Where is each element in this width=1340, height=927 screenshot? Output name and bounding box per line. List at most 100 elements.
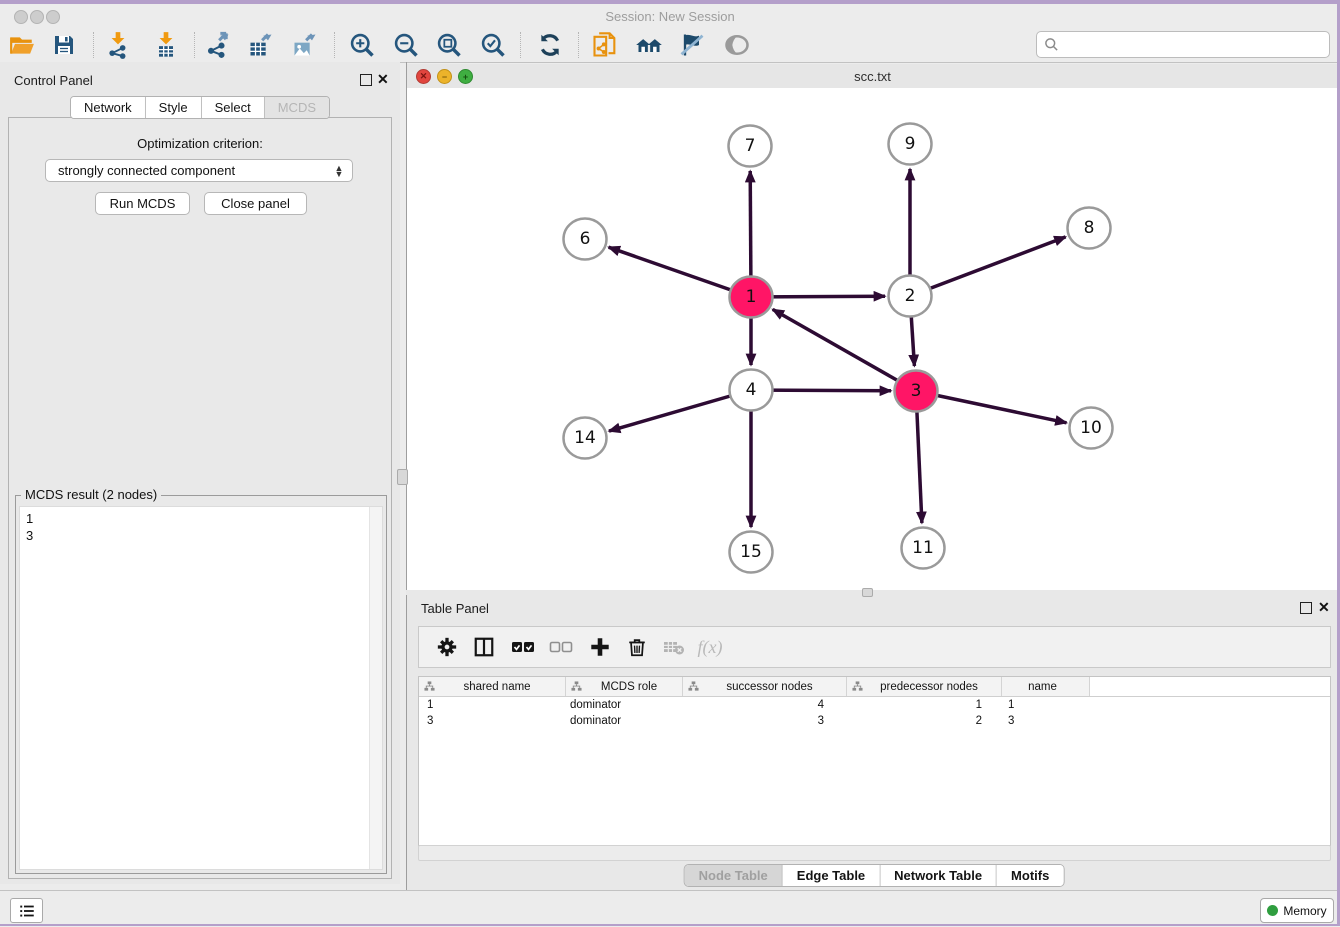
column-header-predecessor-nodes[interactable]: predecessor nodes — [847, 677, 1002, 696]
zoom-selected-icon[interactable] — [478, 30, 508, 60]
table-toolbar: f(x) — [418, 626, 1331, 668]
close-table-panel-icon[interactable]: ✕ — [1318, 601, 1330, 613]
toolbar-separator — [194, 32, 195, 58]
app-title-bar: Session: New Session — [0, 4, 1340, 28]
task-history-button[interactable] — [10, 898, 43, 923]
dropdown-stepper-icon: ▲▼ — [330, 165, 352, 177]
toolbar-separator — [93, 32, 94, 58]
save-session-icon[interactable] — [49, 30, 79, 60]
import-table-icon[interactable] — [151, 30, 181, 60]
annotation-document-icon[interactable] — [590, 30, 620, 60]
float-panel-icon[interactable] — [360, 74, 372, 86]
optimization-criterion-label: Optimization criterion: — [9, 136, 391, 151]
table-header-row: shared name MCDS role successor nodes pr… — [419, 677, 1330, 697]
network-canvas[interactable]: 7 9 6 8 1 2 4 3 14 10 15 11 — [407, 88, 1338, 590]
mcds-result-line: 3 — [20, 527, 382, 544]
column-header-name[interactable]: name — [1002, 677, 1090, 696]
shared-column-icon — [852, 681, 863, 692]
column-browser-icon[interactable] — [469, 632, 499, 662]
graph-node-3[interactable]: 3 — [895, 371, 938, 412]
shared-column-icon — [424, 681, 435, 692]
memory-button[interactable]: Memory — [1260, 898, 1334, 923]
graph-node-11[interactable]: 11 — [902, 528, 945, 569]
tab-select[interactable]: Select — [202, 97, 265, 118]
table-row[interactable]: 3 dominator 3 2 3 — [419, 713, 1330, 729]
open-session-icon[interactable] — [7, 30, 37, 60]
tab-style[interactable]: Style — [146, 97, 202, 118]
tab-mcds[interactable]: MCDS — [265, 97, 329, 118]
tab-edge-table[interactable]: Edge Table — [783, 865, 880, 886]
graph-node-9[interactable]: 9 — [889, 124, 932, 165]
table-horizontal-scrollbar[interactable] — [418, 845, 1331, 861]
column-header-successor-nodes[interactable]: successor nodes — [683, 677, 847, 696]
control-panel-title: Control Panel — [14, 73, 93, 88]
search-input[interactable] — [1059, 34, 1329, 56]
svg-text:2: 2 — [905, 286, 916, 306]
graph-node-10[interactable]: 10 — [1070, 408, 1113, 449]
table-row[interactable]: 1 dominator 4 1 1 — [419, 697, 1330, 713]
result-scrollbar[interactable] — [369, 507, 382, 869]
svg-text:14: 14 — [574, 428, 596, 448]
memory-label: Memory — [1283, 904, 1326, 918]
table-settings-gear-icon[interactable] — [432, 632, 462, 662]
graph-node-14[interactable]: 14 — [564, 418, 607, 459]
svg-text:9: 9 — [905, 134, 916, 154]
svg-text:15: 15 — [740, 542, 762, 562]
control-panel: Control Panel ✕ Network Style Select MCD… — [0, 62, 400, 884]
search-box[interactable] — [1036, 31, 1330, 58]
zoom-in-icon[interactable] — [347, 30, 377, 60]
tab-network[interactable]: Network — [71, 97, 146, 118]
function-builder-icon[interactable]: f(x) — [695, 632, 725, 662]
close-panel-icon[interactable]: ✕ — [377, 73, 389, 85]
graph-edge-3-10[interactable] — [916, 391, 1067, 423]
svg-text:8: 8 — [1084, 218, 1095, 238]
graph-node-1[interactable]: 1 — [730, 277, 773, 318]
graph-edge-2-8[interactable] — [910, 237, 1066, 296]
add-column-icon[interactable] — [585, 632, 615, 662]
network-window-titlebar[interactable]: ✕ − + scc.txt — [407, 64, 1338, 89]
zoom-fit-icon[interactable] — [434, 30, 464, 60]
graphics-detail-flag-icon[interactable] — [677, 30, 707, 60]
graph-node-4[interactable]: 4 — [730, 370, 773, 411]
export-table-icon[interactable] — [246, 30, 276, 60]
main-toolbar — [0, 28, 1340, 63]
export-image-icon[interactable] — [290, 30, 320, 60]
graph-node-2[interactable]: 2 — [889, 276, 932, 317]
table-panel-tabs: Node Table Edge Table Network Table Moti… — [684, 864, 1065, 887]
desktop-frame-top — [0, 0, 1340, 4]
select-all-rows-icon[interactable] — [508, 632, 538, 662]
graph-node-7[interactable]: 7 — [729, 126, 772, 167]
node-table: shared name MCDS role successor nodes pr… — [418, 676, 1331, 846]
column-header-mcds-role[interactable]: MCDS role — [566, 677, 683, 696]
mcds-result-line: 1 — [20, 507, 382, 527]
birds-eye-icon[interactable] — [722, 30, 752, 60]
svg-text:11: 11 — [912, 538, 934, 558]
run-mcds-button[interactable]: Run MCDS — [95, 192, 190, 215]
import-network-icon[interactable] — [103, 30, 133, 60]
graph-edge-3-1[interactable] — [773, 309, 916, 391]
delete-columns-icon[interactable] — [622, 632, 652, 662]
graph-node-6[interactable]: 6 — [564, 219, 607, 260]
refresh-layout-icon[interactable] — [535, 30, 565, 60]
network-view-window: ✕ − + scc.txt 7 9 6 8 1 2 4 3 14 10 15 11 — [406, 62, 1338, 590]
export-network-icon[interactable] — [203, 30, 233, 60]
network-graph: 7 9 6 8 1 2 4 3 14 10 15 11 — [407, 88, 1338, 590]
tab-network-table[interactable]: Network Table — [880, 865, 997, 886]
zoom-out-icon[interactable] — [391, 30, 421, 60]
tab-node-table[interactable]: Node Table — [685, 865, 783, 886]
column-header-shared-name[interactable]: shared name — [419, 677, 566, 696]
vertical-splitter-handle[interactable] — [397, 469, 408, 485]
close-panel-button[interactable]: Close panel — [204, 192, 307, 215]
mcds-result-textarea[interactable]: 1 3 — [19, 506, 383, 870]
horizontal-splitter-handle[interactable] — [862, 588, 873, 597]
tab-motifs[interactable]: Motifs — [997, 865, 1063, 886]
graph-node-15[interactable]: 15 — [730, 532, 773, 573]
criterion-dropdown[interactable]: strongly connected component ▲▼ — [45, 159, 353, 182]
home-network-icon[interactable] — [634, 30, 664, 60]
delete-table-icon[interactable] — [659, 632, 689, 662]
float-table-panel-icon[interactable] — [1300, 602, 1312, 614]
graph-node-8[interactable]: 8 — [1068, 208, 1111, 249]
toolbar-separator — [520, 32, 521, 58]
deselect-all-rows-icon[interactable] — [546, 632, 576, 662]
list-icon — [18, 902, 36, 920]
